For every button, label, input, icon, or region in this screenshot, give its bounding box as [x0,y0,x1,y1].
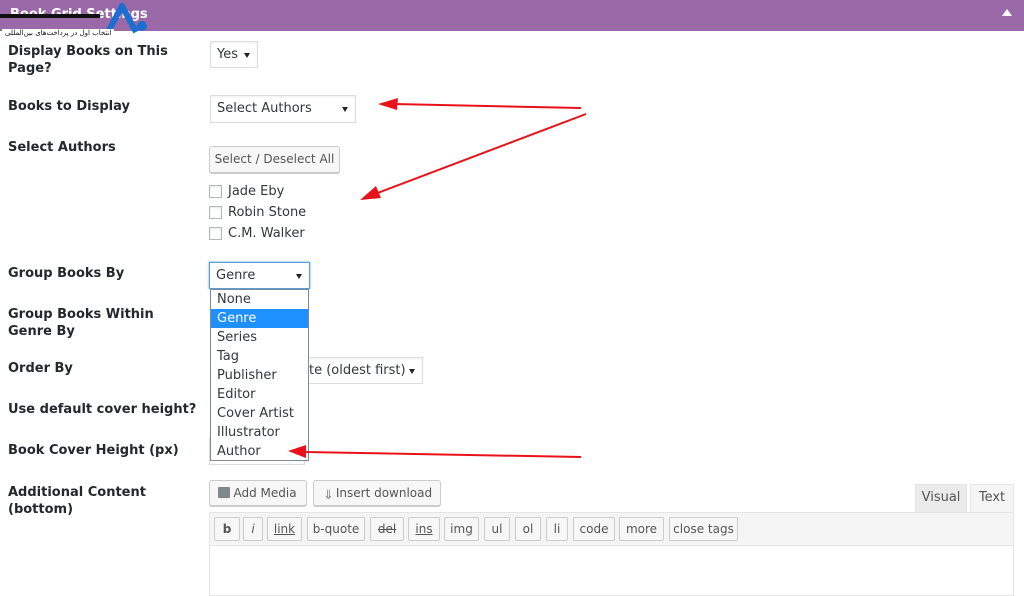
chevron-down-icon [409,369,415,374]
dropdown-option[interactable]: Illustrator [211,423,308,442]
dropdown-option[interactable]: Author [211,442,308,461]
author-name: Jade Eby [228,184,285,199]
author-option[interactable]: C.M. Walker [209,226,305,244]
arrow-select-authors [360,113,587,200]
download-icon: ⇓ [323,488,334,503]
books-to-display-value: Select Authors [217,101,312,116]
arrow-author-option [288,445,582,458]
add-media-button[interactable]: Add Media [209,480,307,506]
quicktag-ins-button[interactable]: ins [408,517,440,541]
quicktag-li-button[interactable]: li [546,517,568,541]
dropdown-option[interactable]: None [211,290,308,309]
quicktag-del-button[interactable]: del [370,517,404,541]
quicktag-more-button[interactable]: more [619,517,664,541]
insert-download-button[interactable]: ⇓ Insert download [313,480,441,506]
display-books-label: Display Books on This Page? [8,44,168,76]
group-by-label: Group Books By [8,266,125,281]
group-by-dropdown[interactable]: None Genre Series Tag Publisher Editor C… [210,289,309,461]
quicktag-ol-button[interactable]: ol [515,517,541,541]
quicktag-link-button[interactable]: link [267,517,302,541]
dropdown-option[interactable]: Series [211,328,308,347]
author-option[interactable]: Robin Stone [209,205,306,223]
order-by-value: te (oldest first) [309,363,406,378]
select-authors-label: Select Authors [8,140,116,155]
quicktag-i-button[interactable]: i [243,517,263,541]
watermark-logo: انتخاب اول در پرداخت‌های بین‌المللی [0,0,160,42]
quicktag-ul-button[interactable]: ul [484,517,510,541]
tab-text[interactable]: Text [970,484,1014,512]
books-to-display-label: Books to Display [8,99,130,114]
quicktag-code-button[interactable]: code [573,517,615,541]
default-cover-height-label: Use default cover height? [8,402,197,417]
quicktag-img-button[interactable]: img [444,517,479,541]
quicktag-b-button[interactable]: b [214,517,240,541]
arrow-books-to-display [378,98,582,110]
select-deselect-all-button[interactable]: Select / Deselect All [209,146,340,173]
order-by-label: Order By [8,361,73,376]
group-by-select[interactable]: Genre [209,262,310,289]
author-name: C.M. Walker [228,226,305,241]
author-name: Robin Stone [228,205,307,220]
add-media-label: Add Media [233,486,297,500]
additional-content-label: Additional Content (bottom) [8,485,146,517]
tab-visual[interactable]: Visual [915,484,967,512]
cover-height-label: Book Cover Height (px) [8,443,179,458]
media-icon [218,487,230,498]
logo-tagline: انتخاب اول در پرداخت‌های بین‌المللی [2,29,115,38]
books-to-display-select[interactable]: Select Authors [210,95,356,123]
chevron-down-icon [296,274,302,279]
checkbox[interactable] [209,185,222,198]
group-by-value: Genre [216,268,256,283]
checkbox[interactable] [209,227,222,240]
dropdown-option[interactable]: Publisher [211,366,308,385]
dropdown-option[interactable]: Cover Artist [211,404,308,423]
chevron-down-icon [342,107,348,112]
collapse-arrow-icon[interactable] [1002,9,1012,16]
insert-download-label: Insert download [335,486,433,500]
order-by-select[interactable]: te (oldest first) [290,357,423,384]
dropdown-option[interactable]: Tag [211,347,308,366]
group-within-label: Group Books Within Genre By [8,307,154,339]
display-books-select[interactable]: Yes [210,41,258,68]
author-option[interactable]: Jade Eby [209,184,284,202]
logo-bar [0,14,100,18]
quicktag-bquote-button[interactable]: b-quote [307,517,365,541]
dropdown-option-selected[interactable]: Genre [211,309,308,328]
quicktag-close-tags-button[interactable]: close tags [669,517,738,541]
checkbox[interactable] [209,206,222,219]
chevron-down-icon [244,53,250,58]
display-books-value: Yes [217,47,238,62]
dropdown-option[interactable]: Editor [211,385,308,404]
